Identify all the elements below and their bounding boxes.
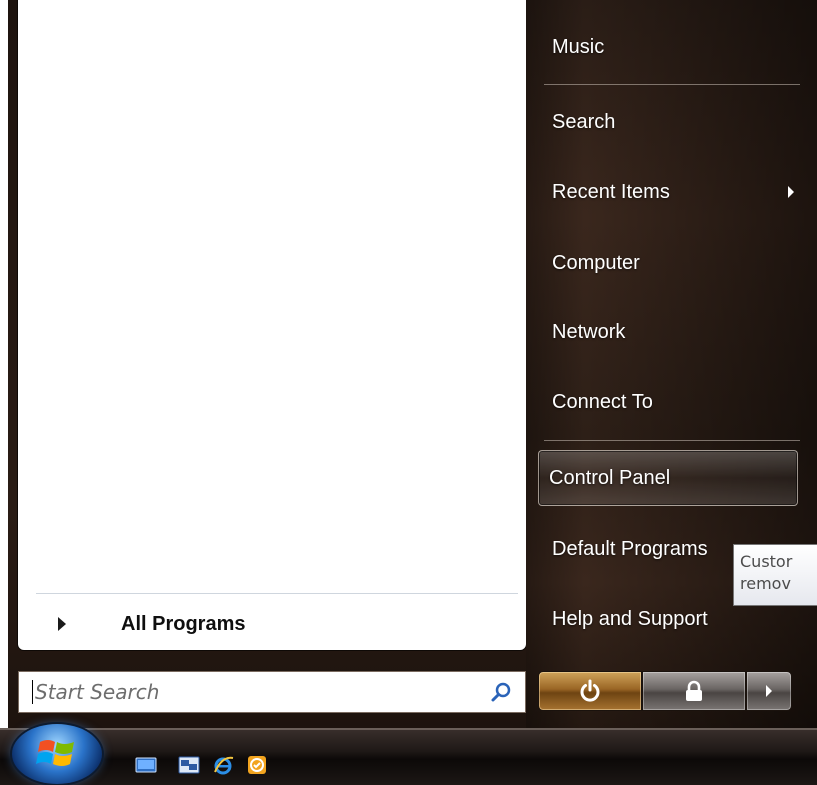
start-search-box[interactable] bbox=[18, 671, 526, 713]
windows-logo-icon bbox=[36, 740, 74, 766]
menu-divider bbox=[544, 440, 800, 441]
menu-item-music[interactable]: Music bbox=[542, 25, 804, 69]
lock-button[interactable] bbox=[642, 671, 746, 711]
menu-item-network[interactable]: Network bbox=[542, 310, 804, 354]
menu-item-label: Music bbox=[552, 35, 605, 58]
menu-item-label: Computer bbox=[552, 251, 640, 274]
lock-icon bbox=[686, 680, 702, 701]
arrow-right-icon bbox=[766, 685, 772, 697]
all-programs-button[interactable]: All Programs bbox=[36, 604, 516, 644]
switch-windows-icon[interactable] bbox=[178, 754, 200, 776]
pinned-programs-pane: All Programs bbox=[18, 0, 526, 650]
expand-arrow-icon bbox=[58, 617, 66, 631]
submenu-arrow-icon bbox=[788, 186, 794, 198]
all-programs-label: All Programs bbox=[121, 612, 246, 635]
menu-item-search[interactable]: Search bbox=[542, 100, 804, 144]
search-icon[interactable] bbox=[489, 681, 513, 705]
taskbar-highlight bbox=[0, 728, 817, 730]
menu-item-label: Search bbox=[552, 110, 616, 133]
tooltip: Custor remov bbox=[733, 544, 817, 606]
menu-item-label: Control Panel bbox=[549, 466, 671, 489]
taskbar bbox=[0, 724, 817, 785]
menu-item-computer[interactable]: Computer bbox=[542, 241, 804, 285]
menu-item-connect-to[interactable]: Connect To bbox=[542, 380, 804, 424]
internet-explorer-icon[interactable] bbox=[212, 754, 234, 776]
start-button[interactable] bbox=[12, 724, 102, 784]
menu-item-label: Help and Support bbox=[552, 607, 708, 630]
shutdown-options-button[interactable] bbox=[746, 671, 792, 711]
menu-item-recent-items[interactable]: Recent Items bbox=[542, 170, 804, 214]
show-desktop-icon[interactable] bbox=[135, 754, 157, 776]
start-search-input[interactable] bbox=[33, 674, 455, 710]
menu-item-label: Default Programs bbox=[552, 537, 708, 560]
pane-divider bbox=[36, 593, 518, 594]
start-menu: All Programs Music Search Recent Items C… bbox=[0, 0, 817, 785]
power-controls bbox=[538, 671, 794, 713]
menu-item-control-panel[interactable]: Control Panel bbox=[538, 450, 798, 506]
menu-item-label: Recent Items bbox=[552, 180, 670, 203]
power-button[interactable] bbox=[538, 671, 642, 711]
menu-item-label: Connect To bbox=[552, 390, 653, 413]
outlook-icon[interactable] bbox=[246, 754, 268, 776]
tooltip-line: remov bbox=[740, 574, 791, 593]
menu-item-label: Network bbox=[552, 320, 626, 343]
power-icon bbox=[580, 679, 600, 702]
menu-divider bbox=[544, 84, 800, 85]
tooltip-line: Custor bbox=[740, 552, 793, 571]
